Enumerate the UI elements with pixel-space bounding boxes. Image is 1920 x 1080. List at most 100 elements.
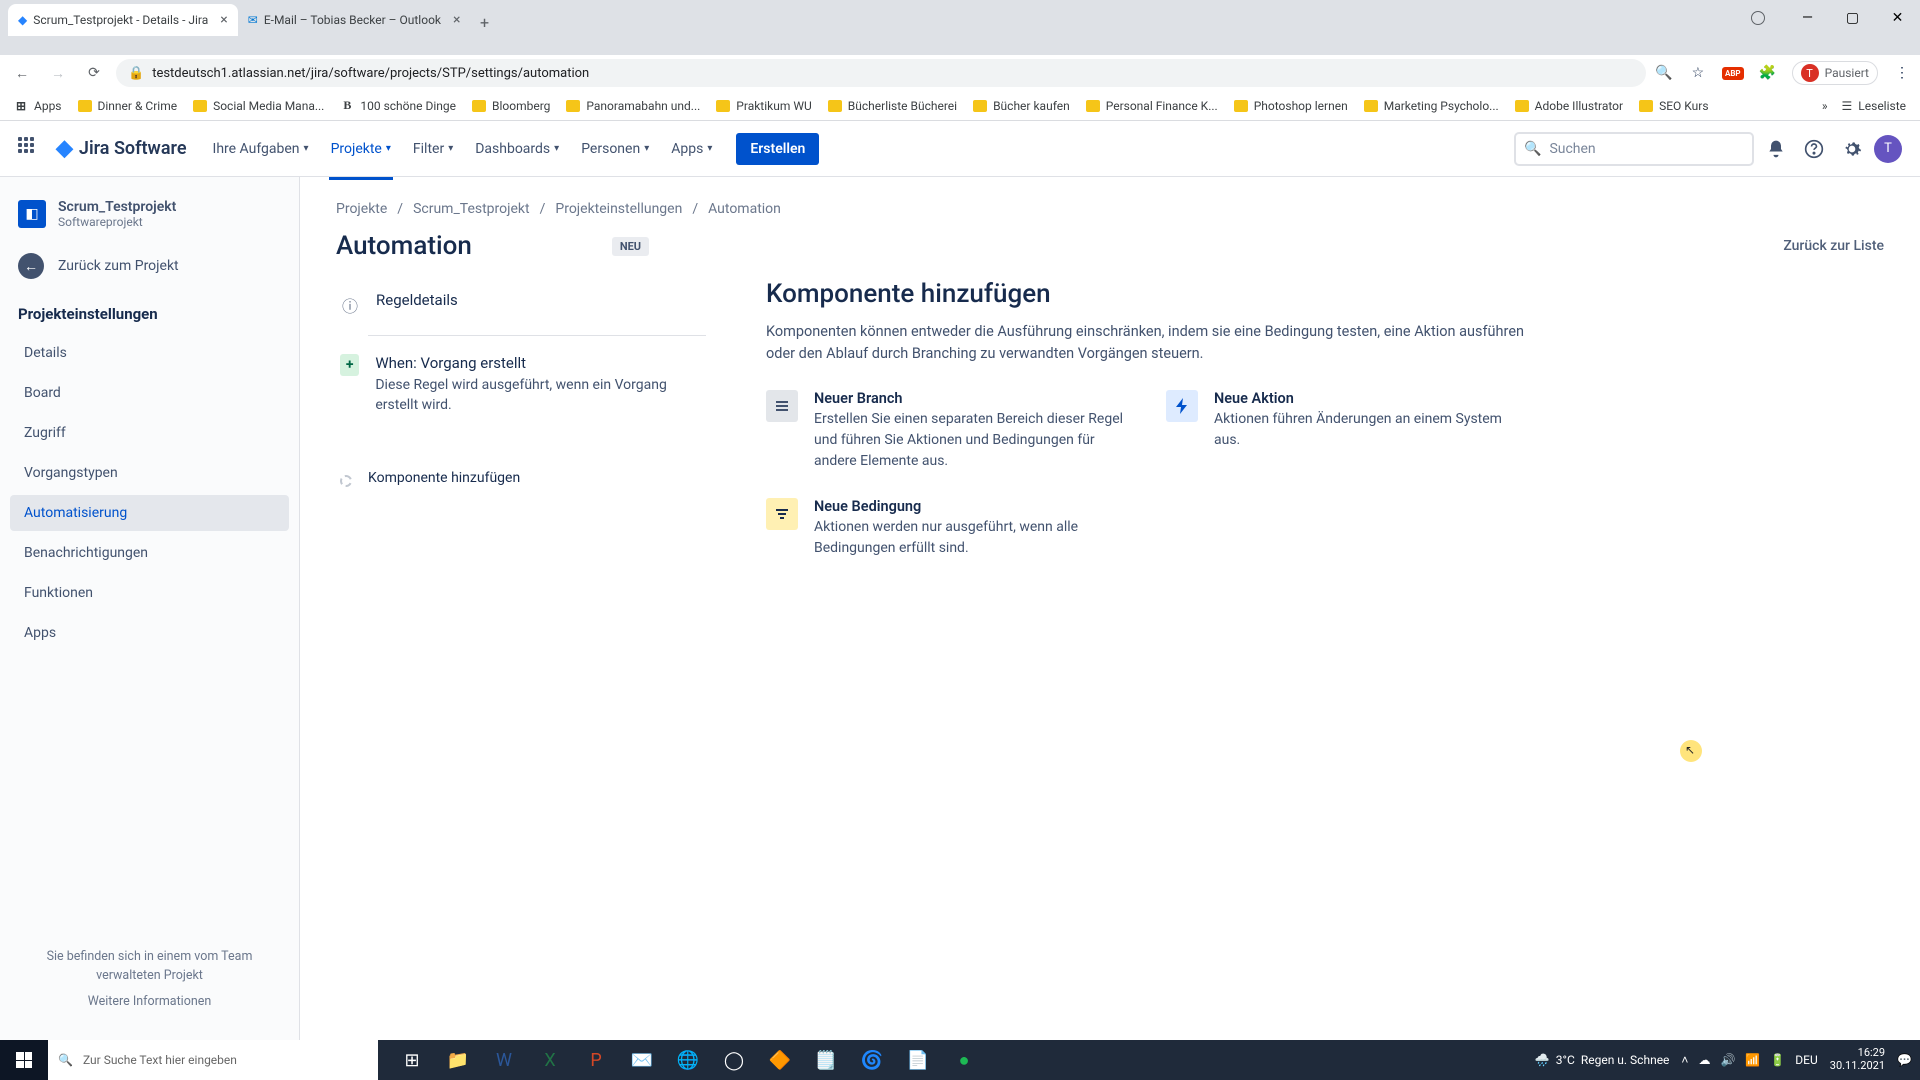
app-icon[interactable]: 🔶 [758,1040,802,1080]
reload-button[interactable]: ⟳ [80,59,108,87]
nav-your-work[interactable]: Ihre Aufgaben▾ [205,135,317,163]
sidebar-item-apps[interactable]: Apps [10,615,289,651]
bookmark-item[interactable]: Panoramabahn und... [560,95,706,117]
bookmark-item[interactable]: Dinner & Crime [72,95,184,117]
tab-strip: ◆ Scrum_Testprojekt - Details - Jira × ✉… [0,0,1920,36]
bookmark-item[interactable]: Marketing Psycholo... [1358,95,1505,117]
account-circle-icon[interactable] [1751,11,1765,25]
back-to-list-link[interactable]: Zurück zur Liste [1783,238,1884,254]
back-button[interactable]: ← [8,59,36,87]
more-info-link[interactable]: Weitere Informationen [88,994,212,1009]
jira-logo[interactable]: ◆ Jira Software [56,136,187,161]
clock[interactable]: 16:29 30.11.2021 [1830,1047,1885,1072]
bookmark-item[interactable]: Praktikum WU [710,95,817,117]
reading-list[interactable]: ☰Leseliste [1836,95,1912,117]
close-window-button[interactable]: ✕ [1875,3,1920,33]
volume-icon[interactable]: 🔊 [1720,1053,1735,1067]
mail-icon[interactable]: ✉️ [620,1040,664,1080]
abp-extension-icon[interactable]: ABP [1722,67,1744,80]
browser-tab-active[interactable]: ◆ Scrum_Testprojekt - Details - Jira × [8,4,238,36]
onedrive-icon[interactable]: ☁ [1698,1053,1710,1067]
nav-projects[interactable]: Projekte▾ [323,135,399,163]
zoom-icon[interactable]: 🔍 [1654,63,1674,83]
bookmark-apps[interactable]: ⊞Apps [8,95,68,117]
sidebar-item-automation[interactable]: Automatisierung [10,495,289,531]
back-to-project[interactable]: ← Zurück zum Projekt [8,243,291,289]
bookmark-item[interactable]: SEO Kurs [1633,95,1714,117]
nav-filters[interactable]: Filter▾ [405,135,461,163]
sidebar-item-notifications[interactable]: Benachrichtigungen [10,535,289,571]
app-icon[interactable]: 🗒️ [804,1040,848,1080]
sidebar-item-details[interactable]: Details [10,335,289,371]
project-header[interactable]: ◧ Scrum_Testprojekt Softwareprojekt [8,195,291,243]
sidebar-item-features[interactable]: Funktionen [10,575,289,611]
kebab-menu-icon[interactable]: ⋮ [1892,63,1912,83]
card-new-condition[interactable]: Neue Bedingung Aktionen werden nur ausge… [766,498,1126,559]
search-input[interactable]: 🔍 Suchen [1514,132,1754,166]
taskbar-search[interactable]: 🔍 Zur Suche Text hier eingeben [48,1040,378,1080]
new-tab-button[interactable]: + [470,8,498,36]
chevron-up-icon[interactable]: ˄ [1681,1053,1688,1067]
extensions-icon[interactable]: 🧩 [1758,63,1778,83]
back-label: Zurück zum Projekt [58,258,179,274]
excel-icon[interactable]: X [528,1040,572,1080]
breadcrumb-link[interactable]: Projekteinstellungen [555,201,682,217]
edge-icon[interactable]: 🌀 [850,1040,894,1080]
component-cards: Neuer Branch Erstellen Sie einen separat… [766,390,1526,559]
close-icon[interactable]: × [453,12,460,28]
bookmark-item[interactable]: Personal Finance K... [1080,95,1224,117]
task-view-icon[interactable]: ⊞ [390,1040,434,1080]
bookmark-item[interactable]: Social Media Mana... [187,95,330,117]
forward-button[interactable]: → [44,59,72,87]
action-center-icon[interactable]: 💬 [1897,1053,1912,1067]
settings-icon[interactable] [1836,133,1868,165]
url-bar[interactable]: 🔒 testdeutsch1.atlassian.net/jira/softwa… [116,59,1646,87]
bookmark-item[interactable]: B100 schöne Dinge [334,95,462,117]
chevron-right-icon[interactable]: » [1822,99,1828,113]
lock-icon: 🔒 [128,66,144,81]
sidebar-item-issuetypes[interactable]: Vorgangstypen [10,455,289,491]
star-icon[interactable]: ☆ [1688,63,1708,83]
wifi-icon[interactable]: 📶 [1745,1053,1760,1067]
explorer-icon[interactable]: 📁 [436,1040,480,1080]
create-button[interactable]: Erstellen [736,133,819,165]
card-new-branch[interactable]: Neuer Branch Erstellen Sie einen separat… [766,390,1126,472]
powerpoint-icon[interactable]: P [574,1040,618,1080]
help-icon[interactable] [1798,133,1830,165]
notifications-icon[interactable] [1760,133,1792,165]
bookmark-item[interactable]: Bloomberg [466,95,556,117]
obs-icon[interactable]: ◯ [712,1040,756,1080]
nav-people[interactable]: Personen▾ [573,135,657,163]
nav-apps[interactable]: Apps▾ [663,135,720,163]
breadcrumb-link[interactable]: Projekte [336,201,387,217]
user-avatar[interactable]: T [1874,135,1902,163]
nav-dashboards[interactable]: Dashboards▾ [467,135,567,163]
sidebar-item-access[interactable]: Zugriff [10,415,289,451]
minimize-button[interactable]: — [1785,3,1830,33]
word-icon[interactable]: W [482,1040,526,1080]
profile-paused[interactable]: T Pausiert [1792,61,1878,85]
maximize-button[interactable]: ▢ [1830,3,1875,33]
spotify-icon[interactable]: ● [942,1040,986,1080]
weather-widget[interactable]: 🌧️ 3°C Regen u. Schnee [1535,1053,1670,1067]
language-indicator[interactable]: DEU [1795,1053,1817,1067]
close-icon[interactable]: × [220,12,227,28]
breadcrumb-link[interactable]: Scrum_Testprojekt [413,201,530,217]
notepad-icon[interactable]: 📄 [896,1040,940,1080]
browser-tab[interactable]: ✉ E-Mail – Tobias Becker – Outlook × [238,4,471,36]
sidebar-item-board[interactable]: Board [10,375,289,411]
bookmark-item[interactable]: Bücher kaufen [967,95,1076,117]
bookmark-item[interactable]: Adobe Illustrator [1509,95,1629,117]
card-new-action[interactable]: Neue Aktion Aktionen führen Änderungen a… [1166,390,1526,472]
rule-details-button[interactable]: ⓘ Regeldetails [336,279,706,329]
start-button[interactable] [0,1040,48,1080]
nav-label: Dashboards [475,141,550,157]
battery-icon[interactable]: 🔋 [1770,1053,1785,1067]
folder-icon [1086,100,1100,112]
app-switcher-icon[interactable] [18,137,42,161]
chrome-icon[interactable]: 🌐 [666,1040,710,1080]
bookmark-item[interactable]: Bücherliste Bücherei [822,95,963,117]
add-component-node[interactable]: Komponente hinzufügen [336,458,706,499]
rule-trigger[interactable]: + When: Vorgang erstellt Diese Regel wir… [336,342,706,428]
bookmark-item[interactable]: Photoshop lernen [1228,95,1354,117]
